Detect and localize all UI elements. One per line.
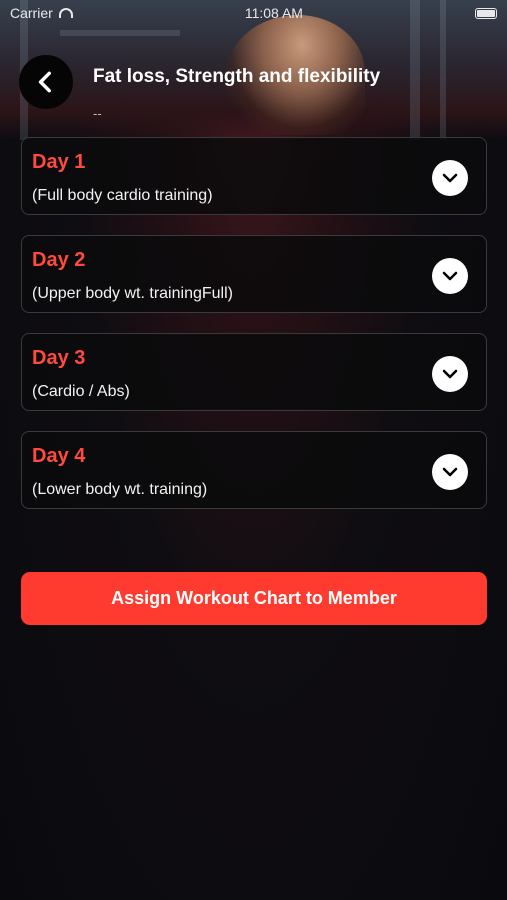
status-time: 11:08 AM <box>244 5 303 21</box>
day-card-4[interactable]: Day 4 (Lower body wt. training) <box>21 431 487 509</box>
day-description: (Upper body wt. trainingFull) <box>32 285 233 302</box>
day-card-3[interactable]: Day 3 (Cardio / Abs) <box>21 333 487 411</box>
wifi-icon <box>58 8 73 18</box>
day-title: Day 3 <box>32 347 86 369</box>
chevron-left-icon <box>38 71 51 93</box>
day-card-2[interactable]: Day 2 (Upper body wt. trainingFull) <box>21 235 487 313</box>
day-list: Day 1 (Full body cardio training) Day 2 … <box>21 137 487 529</box>
day-title: Day 4 <box>32 445 86 467</box>
day-title: Day 2 <box>32 249 86 271</box>
back-button[interactable] <box>19 55 73 109</box>
chevron-down-icon <box>442 369 458 379</box>
expand-button[interactable] <box>432 258 468 294</box>
day-description: (Full body cardio training) <box>32 187 213 204</box>
battery-icon <box>475 7 497 19</box>
expand-button[interactable] <box>432 160 468 196</box>
day-description: (Lower body wt. training) <box>32 481 208 498</box>
expand-button[interactable] <box>432 356 468 392</box>
assign-workout-button[interactable]: Assign Workout Chart to Member <box>21 572 487 625</box>
status-bar: Carrier 11:08 AM <box>0 0 507 26</box>
expand-button[interactable] <box>432 454 468 490</box>
day-card-1[interactable]: Day 1 (Full body cardio training) <box>21 137 487 215</box>
page-title: Fat loss, Strength and flexibility <box>93 66 381 87</box>
chevron-down-icon <box>442 271 458 281</box>
page-subtitle: -- <box>93 106 102 121</box>
day-title: Day 1 <box>32 151 86 173</box>
carrier-label: Carrier <box>10 5 53 21</box>
day-description: (Cardio / Abs) <box>32 383 130 400</box>
chevron-down-icon <box>442 173 458 183</box>
chevron-down-icon <box>442 467 458 477</box>
